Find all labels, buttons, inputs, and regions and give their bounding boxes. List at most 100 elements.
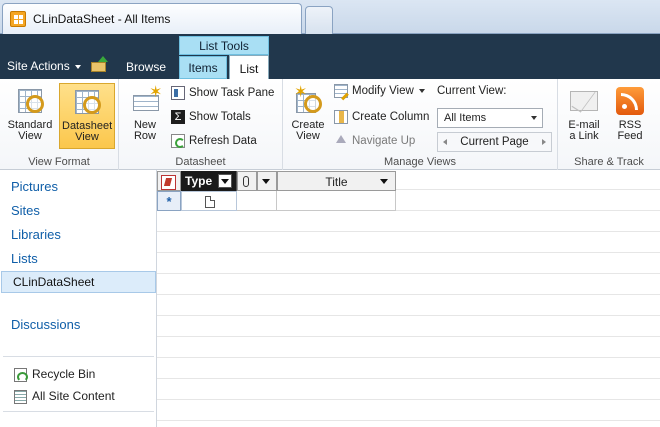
datasheet-view-button[interactable]: Datasheet View	[59, 83, 115, 149]
column-header-type[interactable]: Type	[181, 171, 237, 191]
recycle-bin-icon	[14, 367, 28, 382]
create-view-button[interactable]: ✶ Create View	[287, 83, 329, 149]
datasheet-group: ✶ New Row Show Task Pane Σ Show Totals Re…	[119, 79, 283, 170]
document-icon	[205, 196, 215, 208]
column-header-title-label: Title	[325, 175, 348, 189]
rss-feed-label: RSS Feed	[617, 119, 643, 142]
site-actions-menu[interactable]: Site Actions	[7, 59, 81, 73]
rss-feed-button[interactable]: RSS Feed	[610, 83, 650, 149]
next-page-icon[interactable]	[542, 139, 546, 145]
view-format-group: Standard View Datasheet View View Format	[0, 79, 119, 170]
new-row-label: New Row	[133, 119, 156, 142]
refresh-data-button[interactable]: Refresh Data	[171, 131, 257, 151]
new-row-button[interactable]: ✶ New Row	[125, 83, 165, 149]
nav-divider	[3, 411, 154, 412]
tab-items[interactable]: Items	[179, 56, 227, 79]
previous-page-icon[interactable]	[443, 139, 447, 145]
paperclip-icon	[243, 176, 249, 187]
navigate-up-label: Navigate Up	[352, 135, 416, 147]
task-pane-icon	[171, 85, 185, 100]
current-page-label: Current Page	[460, 136, 529, 148]
access-icon	[161, 175, 176, 190]
browser-tab-title: CLinDataSheet - All Items	[33, 12, 171, 26]
show-task-pane-button[interactable]: Show Task Pane	[171, 83, 274, 103]
email-link-label: E-mail a Link	[568, 119, 600, 142]
new-row-marker[interactable]: *	[157, 191, 181, 211]
list-tools-label: List Tools	[179, 36, 269, 55]
current-page-pager: Current Page	[437, 132, 552, 152]
navigate-up-arrow-icon	[334, 134, 348, 148]
nav-divider	[3, 356, 154, 357]
all-site-content-link[interactable]: All Site Content	[14, 389, 115, 404]
tab-browse[interactable]: Browse	[121, 56, 171, 79]
datasheet-view-icon	[71, 86, 103, 118]
create-column-button[interactable]: Create Column	[334, 107, 429, 127]
create-column-label: Create Column	[352, 111, 430, 123]
chevron-down-icon	[74, 64, 81, 69]
view-format-group-label: View Format	[28, 156, 90, 168]
nav-link-discussions[interactable]: Discussions	[11, 317, 80, 332]
title-filter-dropdown-icon[interactable]	[378, 175, 392, 189]
column-header-attachments[interactable]	[237, 171, 257, 191]
navigate-up-button[interactable]: Navigate Up	[334, 131, 415, 151]
new-row-icon: ✶	[129, 85, 162, 117]
current-view-value: All Items	[444, 112, 487, 124]
modify-view-label: Modify View	[352, 85, 414, 97]
site-actions-label: Site Actions	[7, 59, 70, 73]
email-link-button[interactable]: E-mail a Link	[562, 83, 606, 149]
share-track-group: E-mail a Link RSS Feed Share & Track	[558, 79, 660, 170]
sigma-icon: Σ	[171, 109, 185, 124]
refresh-icon	[171, 133, 185, 148]
modify-view-icon	[334, 83, 348, 98]
datasheet-grid[interactable]: Type Title *	[157, 170, 660, 427]
column-header-title[interactable]: Title	[277, 171, 396, 191]
nav-link-pictures[interactable]: Pictures	[11, 179, 58, 194]
new-row-attachments-cell[interactable]	[237, 191, 277, 211]
datasheet-view-label: Datasheet View	[62, 120, 113, 143]
new-tab-button[interactable]	[305, 6, 333, 34]
sharepoint-list-icon	[10, 11, 26, 27]
standard-view-button[interactable]: Standard View	[4, 83, 56, 149]
show-totals-button[interactable]: Σ Show Totals	[171, 107, 251, 127]
new-row-title-cell[interactable]	[277, 191, 396, 211]
standard-view-label: Standard View	[7, 119, 53, 142]
all-site-content-icon	[14, 389, 27, 404]
column-header-type-label: Type	[185, 174, 213, 188]
refresh-data-label: Refresh Data	[189, 135, 257, 147]
create-view-label: Create View	[291, 119, 325, 142]
datasheet-group-label: Datasheet	[175, 156, 226, 168]
select-all-corner[interactable]	[157, 171, 181, 191]
rss-icon	[614, 85, 646, 117]
show-task-pane-label: Show Task Pane	[189, 87, 275, 99]
new-row-type-cell[interactable]	[181, 191, 237, 211]
column-header-attachments-filter[interactable]	[257, 171, 277, 191]
recycle-bin-link[interactable]: Recycle Bin	[14, 367, 95, 382]
type-filter-dropdown-icon[interactable]	[218, 174, 232, 188]
current-view-label: Current View:	[437, 85, 507, 97]
nav-link-lists[interactable]: Lists	[11, 251, 38, 266]
create-view-icon: ✶	[292, 85, 324, 117]
share-track-group-label: Share & Track	[574, 156, 644, 168]
nav-link-sites[interactable]: Sites	[11, 203, 40, 218]
attachments-filter-dropdown-icon[interactable]	[260, 175, 274, 189]
email-icon	[568, 85, 600, 117]
current-view-select[interactable]: All Items	[437, 108, 543, 128]
recycle-bin-label: Recycle Bin	[32, 367, 96, 381]
browser-tab-strip: CLinDataSheet - All Items	[0, 0, 660, 34]
nav-link-libraries[interactable]: Libraries	[11, 227, 61, 242]
nav-item-clindatasheet[interactable]: CLinDataSheet	[1, 271, 156, 293]
standard-view-icon	[14, 85, 46, 117]
navigate-up-icon[interactable]	[91, 56, 108, 72]
browser-tab[interactable]: CLinDataSheet - All Items	[2, 3, 302, 34]
create-column-icon	[334, 109, 348, 124]
ribbon: Standard View Datasheet View View Format…	[0, 79, 660, 170]
quick-launch: Pictures Sites Libraries Lists CLinDataS…	[0, 170, 157, 427]
chevron-down-icon	[418, 88, 425, 93]
show-totals-label: Show Totals	[189, 111, 251, 123]
all-site-content-label: All Site Content	[32, 389, 115, 403]
manage-views-group-label: Manage Views	[384, 156, 456, 168]
tab-list[interactable]: List	[229, 55, 269, 81]
sharepoint-top-bar: Site Actions Browse List Tools Items Lis…	[0, 34, 660, 81]
modify-view-button[interactable]: Modify View	[334, 81, 425, 101]
chevron-down-icon	[531, 116, 537, 120]
